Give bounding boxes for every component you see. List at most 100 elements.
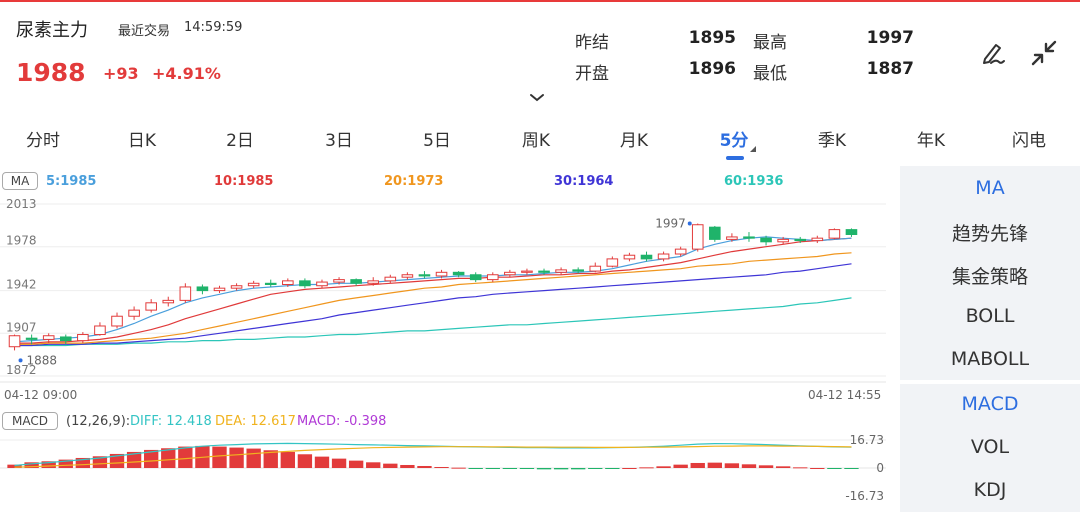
y-tick-label: 1942 <box>6 278 37 292</box>
macd-histogram-bar <box>571 468 586 470</box>
chevron-down-icon[interactable] <box>528 88 546 102</box>
candle-body <box>640 254 653 260</box>
macd-histogram-bar <box>485 468 500 469</box>
top-accent-line <box>0 0 1080 2</box>
macd-histogram-bar <box>605 468 620 469</box>
contract-title: 尿素主力 <box>16 20 88 41</box>
macd-histogram-bar <box>810 468 825 469</box>
macd-histogram-bar <box>331 458 347 468</box>
low-label: 最低 <box>753 64 787 84</box>
candle-body <box>316 281 328 287</box>
low-marker-dot <box>18 358 23 363</box>
tab-quarterly-k[interactable]: 季K <box>792 126 872 151</box>
macd-histogram-bar <box>229 447 244 468</box>
tab-daily-k[interactable]: 日K <box>102 126 182 151</box>
candle-body <box>299 280 311 287</box>
indicator-panel-divider <box>900 380 1080 384</box>
candle-body <box>469 274 482 281</box>
ma30-value: 30:1964 <box>554 174 614 189</box>
candle-body <box>538 270 550 273</box>
candle-body <box>350 279 362 284</box>
candle-body <box>77 334 89 342</box>
tab-weekly-k[interactable]: 周K <box>496 126 576 151</box>
macd-histogram-bar <box>741 464 757 468</box>
tab-dropdown-caret-icon[interactable] <box>750 146 756 152</box>
macd-chart[interactable]: 16.73 0 -16.73 <box>0 432 890 512</box>
indicator-vol[interactable]: VOL <box>900 436 1080 458</box>
macd-histogram-bar <box>536 468 552 470</box>
macd-histogram-bar <box>297 454 313 468</box>
indicator-ma[interactable]: MA <box>900 177 1080 199</box>
tab-fenshi[interactable]: 分时 <box>3 126 83 151</box>
candle-body <box>418 274 431 277</box>
macd-histogram-bar <box>400 464 415 468</box>
tab-5min[interactable]: 5分 <box>694 126 774 151</box>
price-change: +93 <box>103 64 139 83</box>
pen-draw-icon[interactable] <box>976 36 1010 70</box>
macd-indicator-badge[interactable]: MACD <box>2 412 58 430</box>
candle-body <box>555 269 567 273</box>
candle-body <box>623 254 636 260</box>
indicator-gold-strategy[interactable]: 集金策略 <box>900 262 1080 289</box>
candle-body <box>691 224 704 250</box>
prev-settle-value: 1895 <box>688 28 736 48</box>
candle-body <box>42 335 55 340</box>
candle-body <box>674 248 687 255</box>
candle-body <box>760 237 772 243</box>
tab-2day[interactable]: 2日 <box>200 126 280 151</box>
candle-body <box>435 271 448 277</box>
tab-5day[interactable]: 5日 <box>397 126 477 151</box>
macd-tick-label: 0 <box>876 461 884 475</box>
high-marker-label: 1997 <box>655 217 686 231</box>
candle-body <box>572 269 584 272</box>
indicator-panel <box>900 166 1080 512</box>
macd-histogram-bar <box>639 467 654 469</box>
tab-yearly-k[interactable]: 年K <box>891 126 971 151</box>
macd-histogram-bar <box>348 460 364 468</box>
ma60-value: 60:1936 <box>724 174 784 189</box>
tab-monthly-k[interactable]: 月K <box>594 126 674 151</box>
macd-histogram-bar <box>417 465 432 468</box>
indicator-kdj[interactable]: KDJ <box>900 479 1080 501</box>
candle-body <box>179 286 192 301</box>
macd-tick-label: -16.73 <box>845 489 884 503</box>
indicator-boll[interactable]: BOLL <box>900 305 1080 327</box>
candle-body <box>401 274 414 278</box>
candlestick-chart[interactable]: 2013197819421907187219971888 <box>0 196 890 388</box>
candle-body <box>504 271 516 276</box>
indicator-trend-pioneer[interactable]: 趋势先锋 <box>900 219 1080 246</box>
macd-histogram-bar <box>178 446 193 468</box>
trade-status: 最近交易 <box>118 24 171 39</box>
macd-histogram-bar <box>468 468 483 469</box>
macd-histogram-bar <box>280 451 295 468</box>
candle-body <box>25 337 38 340</box>
candle-body <box>845 229 858 235</box>
macd-params: (12,26,9): <box>66 414 131 429</box>
candle-body <box>521 270 533 273</box>
collapse-arrows-icon[interactable] <box>1027 36 1061 70</box>
macd-histogram-bar <box>758 465 774 468</box>
macd-histogram-bar <box>775 466 791 468</box>
candle-body <box>94 325 106 336</box>
ma-indicator-badge[interactable]: MA <box>2 172 38 190</box>
macd-histogram-bar <box>451 467 466 469</box>
candle-body <box>606 258 619 267</box>
macd-histogram-bar <box>366 462 381 468</box>
macd-histogram-bar <box>622 468 637 469</box>
ma60-line <box>14 297 852 347</box>
indicator-maboll[interactable]: MABOLL <box>900 348 1080 370</box>
tab-flash[interactable]: 闪电 <box>989 126 1069 151</box>
macd-histogram-bar <box>553 468 569 470</box>
candle-body <box>128 309 140 317</box>
macd-macd-value: MACD: -0.398 <box>297 414 387 429</box>
macd-histogram-bar <box>314 456 330 468</box>
prev-settle-label: 昨结 <box>575 33 609 53</box>
indicator-macd[interactable]: MACD <box>900 393 1080 415</box>
candle-body <box>333 279 345 283</box>
macd-dea-value: DEA: 12.617 <box>215 414 296 429</box>
candle-body <box>657 253 670 260</box>
candle-body <box>8 335 21 348</box>
y-tick-label: 1907 <box>6 320 37 334</box>
tab-3day[interactable]: 3日 <box>299 126 379 151</box>
low-marker-label: 1888 <box>27 353 58 367</box>
